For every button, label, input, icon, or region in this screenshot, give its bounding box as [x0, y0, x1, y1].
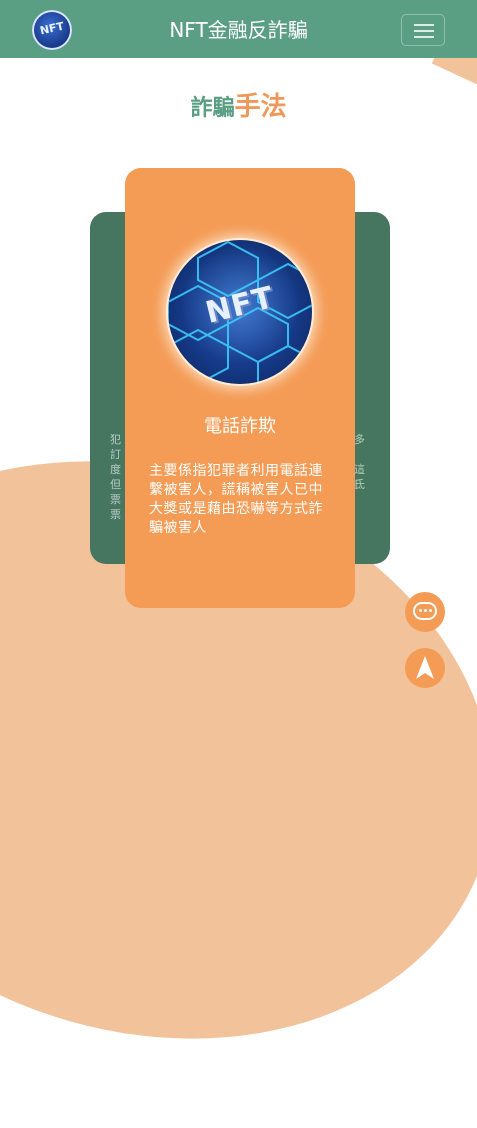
carousel-card-active[interactable]: NFT 電話詐欺 主要係指犯罪者利用電話連繫被害人，謊稱被害人已中大獎或是藉由恐… [125, 168, 355, 608]
card-title: 電話詐欺 [204, 416, 276, 437]
nft-image: NFT [168, 240, 312, 384]
section-title: 詐騙手法 [0, 86, 477, 123]
card-description: 主要係指犯罪者利用電話連繫被害人，謊稱被害人已中大獎或是藉由恐嚇等方式詐騙被害人 [149, 463, 323, 536]
section-title-part1: 詐騙 [190, 96, 235, 121]
hamburger-menu-icon[interactable] [401, 14, 445, 46]
chat-bubble-icon [413, 602, 437, 620]
navigation-arrow-icon [416, 656, 434, 679]
chat-button[interactable] [405, 592, 445, 632]
header-bar: NFT NFT金融反詐騙 [0, 0, 477, 58]
side-card-text: 多 這 氐 [354, 433, 365, 491]
back-to-top-button[interactable] [405, 648, 445, 688]
section-title-part2: 手法 [234, 92, 287, 122]
